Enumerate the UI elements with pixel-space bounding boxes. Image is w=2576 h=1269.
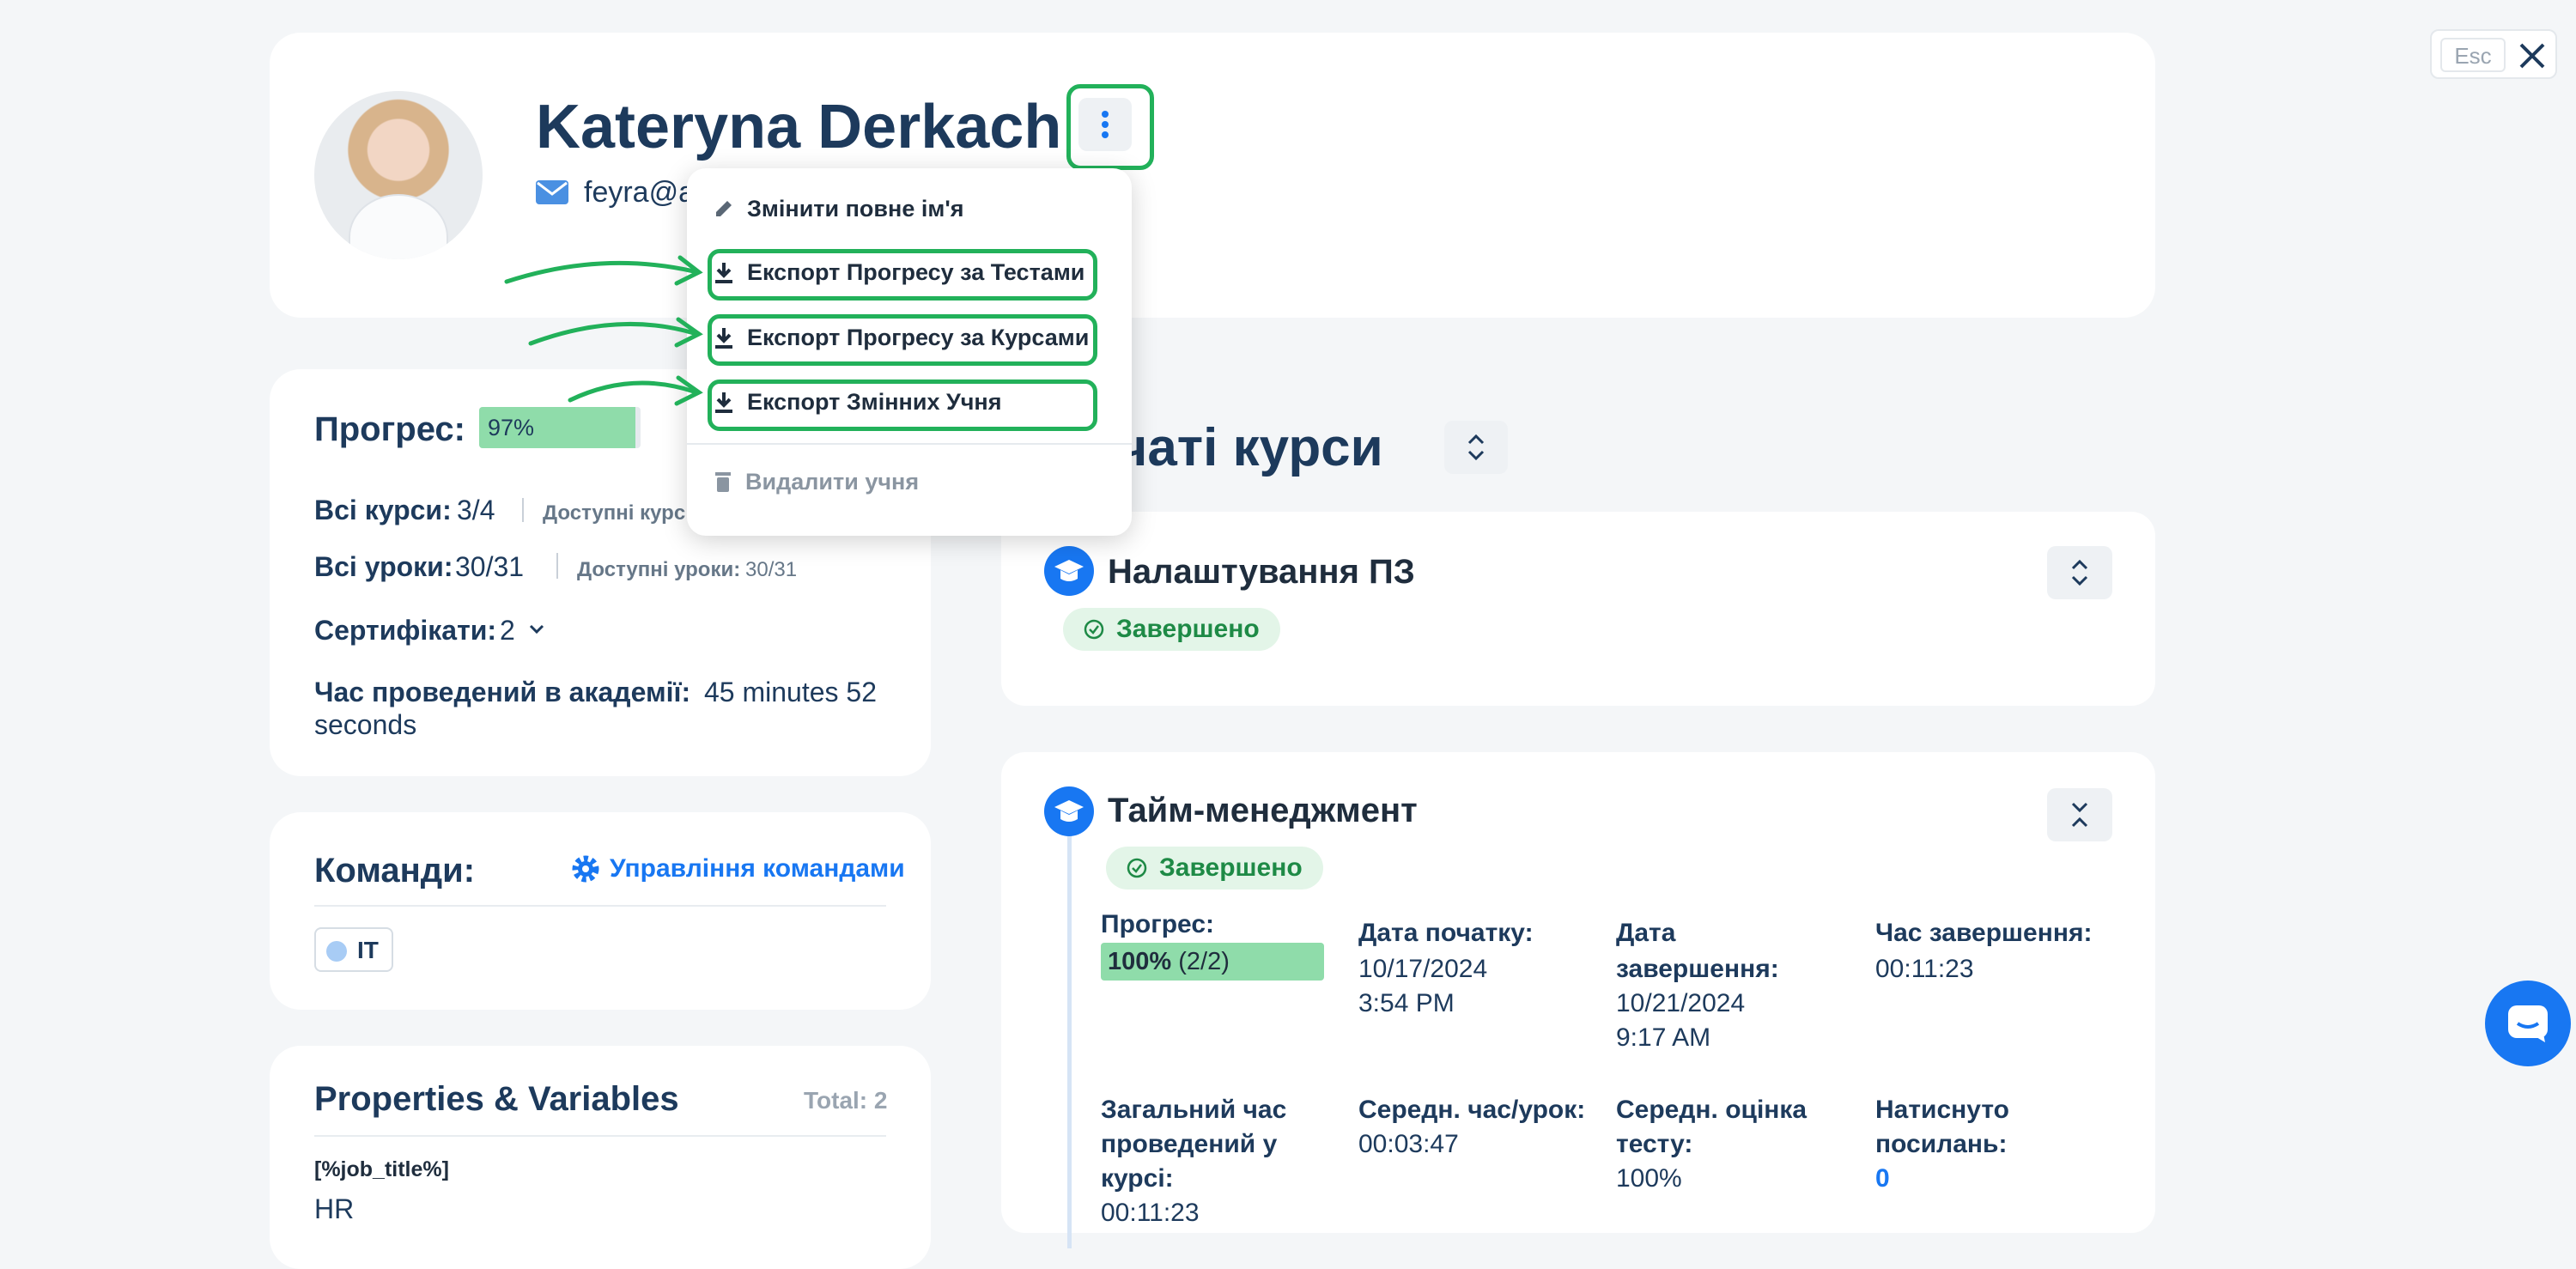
annotation-arrows bbox=[504, 255, 703, 406]
chat-button[interactable] bbox=[2485, 981, 2571, 1066]
chat-icon bbox=[2508, 1005, 2548, 1042]
